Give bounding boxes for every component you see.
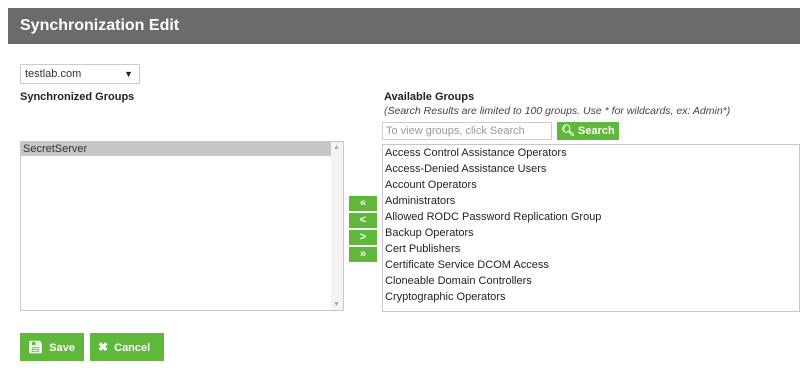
domain-select-value: testlab.com — [25, 68, 82, 80]
save-button[interactable]: 💾︎ Save — [20, 333, 84, 361]
synchronized-groups-list[interactable]: SecretServer ▲ ▼ — [20, 141, 344, 311]
list-item[interactable]: Allowed RODC Password Replication Group — [383, 209, 799, 225]
group-search-input[interactable]: To view groups, click Search — [382, 122, 552, 140]
list-item[interactable]: SecretServer — [21, 142, 333, 156]
close-icon: ✖ — [98, 340, 109, 354]
cancel-button-label: Cancel — [114, 342, 151, 354]
list-item[interactable]: Cert Publishers — [383, 241, 799, 257]
scrollbar[interactable]: ▲ ▼ — [331, 142, 343, 310]
list-item[interactable]: Backup Operators — [383, 225, 799, 241]
synchronized-groups-label: Synchronized Groups — [20, 91, 135, 103]
scroll-down-icon[interactable]: ▼ — [333, 301, 340, 308]
move-all-right-button[interactable]: » — [349, 247, 377, 262]
page-title: Synchronization Edit — [8, 8, 800, 44]
domain-select[interactable]: testlab.com ▼ — [20, 64, 140, 84]
cancel-button[interactable]: ✖ Cancel — [90, 333, 164, 361]
list-item[interactable]: Administrators — [383, 193, 799, 209]
move-right-button[interactable]: > — [349, 230, 377, 245]
list-item[interactable]: Account Operators — [383, 177, 799, 193]
dropdown-arrow-icon: ▼ — [124, 69, 133, 79]
search-button[interactable]: 🔍︎ Search — [557, 122, 619, 140]
move-all-left-button[interactable]: « — [349, 196, 377, 211]
search-button-label: Search — [578, 125, 615, 137]
list-item[interactable]: Access-Denied Assistance Users — [383, 161, 799, 177]
search-hint: (Search Results are limited to 100 group… — [384, 105, 731, 117]
list-item[interactable]: Cloneable Domain Controllers — [383, 273, 799, 289]
move-left-button[interactable]: < — [349, 213, 377, 228]
list-item[interactable]: Access Control Assistance Operators — [383, 145, 799, 161]
scroll-up-icon[interactable]: ▲ — [333, 144, 340, 151]
search-icon: 🔍︎ — [561, 125, 575, 137]
list-item[interactable]: Certificate Service DCOM Access — [383, 257, 799, 273]
available-groups-list[interactable]: Access Control Assistance Operators Acce… — [382, 144, 800, 312]
save-button-label: Save — [49, 342, 75, 354]
save-icon: 💾︎ — [28, 340, 44, 354]
list-item[interactable]: Cryptographic Operators — [383, 289, 799, 305]
available-groups-label: Available Groups — [384, 91, 475, 103]
